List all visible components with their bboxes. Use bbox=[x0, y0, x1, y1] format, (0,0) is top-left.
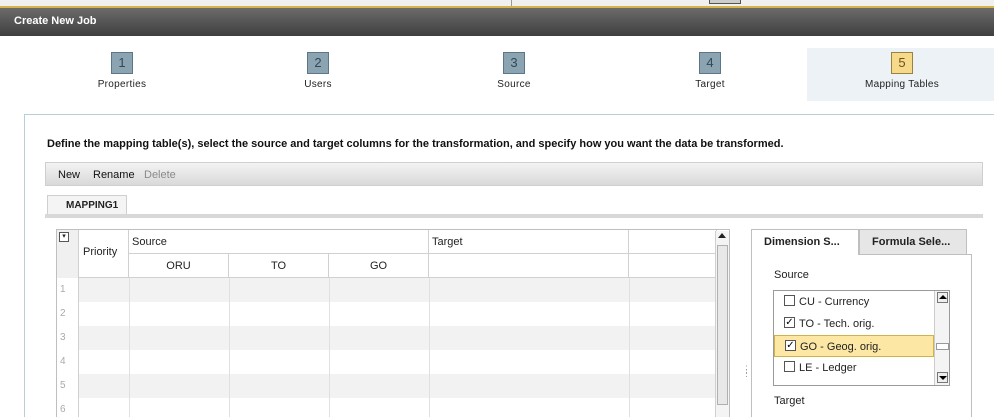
list-item[interactable]: CU - Currency bbox=[774, 291, 934, 313]
table-row[interactable] bbox=[79, 374, 717, 398]
grid-corner: ▾ bbox=[57, 230, 79, 278]
list-item[interactable]: ✓ TO - Tech. orig. bbox=[774, 313, 934, 335]
top-strip bbox=[0, 0, 994, 8]
grid-line bbox=[429, 278, 430, 417]
table-row[interactable] bbox=[79, 278, 717, 302]
mapping-panel: Define the mapping table(s), select the … bbox=[24, 114, 994, 417]
step-number: 3 bbox=[503, 52, 525, 74]
header-empty-sub bbox=[629, 254, 717, 278]
tab-formula-selection[interactable]: Formula Sele... bbox=[859, 229, 967, 255]
step-properties[interactable]: 1 Properties bbox=[52, 52, 192, 90]
table-row[interactable] bbox=[79, 326, 717, 350]
step-label: Target bbox=[695, 79, 725, 90]
splitter-handle-icon[interactable]: ⋮ ⋮ bbox=[742, 365, 751, 387]
step-label: Source bbox=[497, 79, 531, 90]
row-number: 4 bbox=[57, 350, 79, 374]
tab-dimension-selection[interactable]: Dimension S... bbox=[751, 229, 859, 255]
step-label: Users bbox=[304, 79, 332, 90]
step-number: 5 bbox=[891, 52, 913, 74]
header-source-oru[interactable]: ORU bbox=[129, 254, 229, 278]
side-panel: Dimension S... Formula Sele... Source CU… bbox=[751, 229, 972, 417]
row-number: 5 bbox=[57, 374, 79, 398]
list-item-label: CU - Currency bbox=[799, 296, 870, 308]
source-label: Source bbox=[774, 269, 809, 281]
row-number: 1 bbox=[57, 278, 79, 302]
step-number: 1 bbox=[111, 52, 133, 74]
grid-line bbox=[129, 278, 130, 417]
strip-control bbox=[709, 0, 741, 4]
tab-strip bbox=[45, 214, 983, 218]
table-row[interactable] bbox=[79, 302, 717, 326]
checkbox[interactable]: ✓ bbox=[784, 317, 795, 328]
checkbox[interactable] bbox=[784, 361, 795, 372]
row-number: 2 bbox=[57, 302, 79, 326]
column-chooser-icon[interactable]: ▾ bbox=[59, 232, 69, 242]
header-priority[interactable]: Priority bbox=[79, 230, 129, 278]
instructions-text: Define the mapping table(s), select the … bbox=[47, 138, 784, 150]
target-label: Target bbox=[774, 395, 805, 407]
rename-button[interactable]: Rename bbox=[93, 169, 135, 181]
header-target-sub bbox=[429, 254, 629, 278]
list-scrollbar[interactable] bbox=[934, 291, 949, 385]
row-number: 3 bbox=[57, 326, 79, 350]
dialog-title: Create New Job bbox=[0, 8, 994, 36]
mapping-grid: ▾ Priority Source Target ORU TO GO 1 2 3… bbox=[56, 229, 730, 417]
scroll-down-icon[interactable] bbox=[937, 372, 948, 383]
step-target[interactable]: 4 Target bbox=[640, 52, 780, 90]
grid-line bbox=[329, 278, 330, 417]
checkbox[interactable] bbox=[784, 295, 795, 306]
mapping-toolbar: New Rename Delete bbox=[45, 162, 983, 186]
step-mapping-tables[interactable]: 5 Mapping Tables bbox=[807, 48, 994, 101]
grid-scrollbar[interactable] bbox=[715, 231, 729, 417]
step-number: 4 bbox=[699, 52, 721, 74]
list-item-label: TO - Tech. orig. bbox=[799, 318, 875, 330]
scroll-up-icon[interactable] bbox=[718, 233, 726, 238]
step-label: Mapping Tables bbox=[864, 79, 940, 90]
step-users[interactable]: 2 Users bbox=[248, 52, 388, 90]
header-target[interactable]: Target bbox=[429, 230, 629, 254]
step-source[interactable]: 3 Source bbox=[444, 52, 584, 90]
tab-mapping1[interactable]: MAPPING1 bbox=[47, 195, 128, 215]
row-number: 6 bbox=[57, 398, 79, 417]
dimension-list: CU - Currency ✓ TO - Tech. orig. ✓ GO - … bbox=[773, 290, 950, 386]
table-row[interactable] bbox=[79, 350, 717, 374]
header-source[interactable]: Source bbox=[129, 230, 429, 254]
table-row[interactable] bbox=[79, 398, 717, 417]
delete-button[interactable]: Delete bbox=[144, 169, 176, 181]
side-panel-body: Source CU - Currency ✓ TO - Tech. orig. … bbox=[751, 254, 972, 417]
list-item[interactable]: LE - Ledger bbox=[774, 357, 934, 379]
new-button[interactable]: New bbox=[58, 169, 80, 181]
scroll-up-icon[interactable] bbox=[937, 292, 948, 303]
list-item-selected[interactable]: ✓ GO - Geog. orig. bbox=[774, 335, 934, 357]
list-item-label: GO - Geog. orig. bbox=[800, 341, 882, 353]
wizard-steps: 1 Properties 2 Users 3 Source 4 Target 5… bbox=[0, 36, 994, 116]
header-source-to[interactable]: TO bbox=[229, 254, 329, 278]
step-number: 2 bbox=[307, 52, 329, 74]
header-empty bbox=[629, 230, 717, 254]
scroll-thumb[interactable] bbox=[717, 245, 728, 405]
list-item-label: LE - Ledger bbox=[799, 362, 857, 374]
grid-line bbox=[629, 278, 630, 417]
checkbox[interactable]: ✓ bbox=[785, 340, 796, 351]
scroll-thumb[interactable] bbox=[936, 343, 949, 350]
step-label: Properties bbox=[97, 79, 147, 90]
header-source-go[interactable]: GO bbox=[329, 254, 429, 278]
grid-line bbox=[229, 278, 230, 417]
